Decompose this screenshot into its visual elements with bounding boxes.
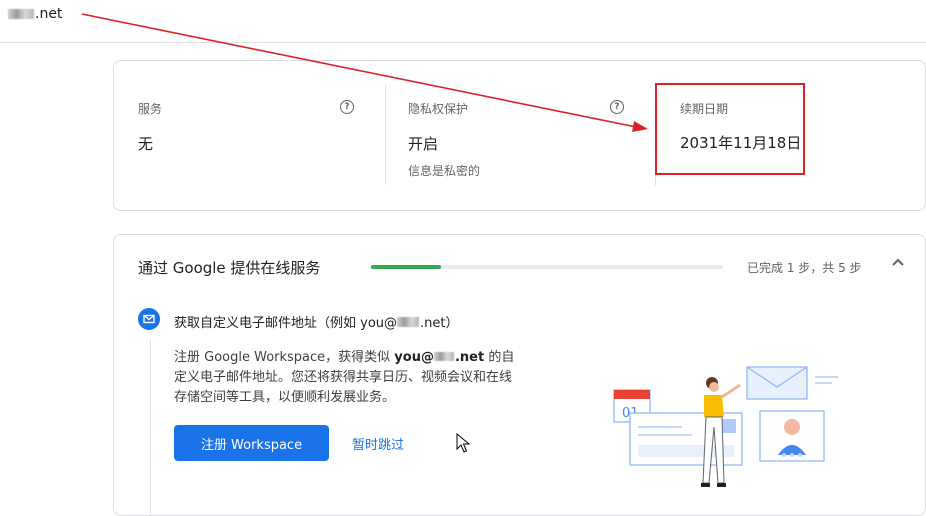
step-description: 注册 Google Workspace，获得类似 you@ .net 的自定义电子…	[174, 348, 524, 408]
domain-suffix: .net	[35, 6, 63, 22]
workspace-illustration: 01	[613, 366, 838, 487]
setup-title: 通过 Google 提供在线服务	[138, 259, 321, 277]
redacted-domain	[433, 352, 454, 361]
video-call-icon	[759, 410, 825, 462]
redacted-domain	[397, 316, 420, 327]
chevron-up-icon[interactable]	[890, 255, 906, 271]
envelope-icon	[746, 366, 838, 400]
privacy-column: 隐私权保护 ? 开启 信息是私密的	[386, 61, 656, 210]
signup-workspace-button[interactable]: 注册 Workspace	[174, 425, 329, 461]
email-icon	[138, 308, 160, 330]
domain-name: .net	[8, 6, 62, 22]
mouse-cursor-icon	[456, 433, 471, 453]
service-column: 服务 ? 无	[114, 61, 384, 210]
step-connector	[150, 340, 151, 515]
step-desc-text: 注册 Google Workspace，获得类似	[174, 350, 395, 365]
document-icon	[629, 412, 743, 466]
setup-progress-fill	[371, 265, 442, 269]
step-title-suffix: .net）	[420, 316, 459, 331]
step-title-prefix: 获取自定义电子邮件地址（例如 you@	[174, 316, 398, 331]
skip-for-now-link[interactable]: 暂时跳过	[352, 434, 404, 453]
top-bar: .net	[0, 0, 926, 43]
annotation-highlight-box	[655, 83, 805, 175]
setup-progress-text: 已完成 1 步，共 5 步	[747, 261, 862, 275]
step-desc-email-suffix: .net	[454, 350, 485, 365]
step-desc-email-prefix: you@	[394, 350, 434, 365]
service-label: 服务	[138, 102, 163, 116]
step-title: 获取自定义电子邮件地址（例如 you@ .net）	[174, 312, 459, 331]
service-help-icon[interactable]: ?	[340, 100, 354, 114]
setup-progress-bar	[371, 265, 723, 269]
service-value: 无	[138, 135, 154, 153]
privacy-value: 开启	[408, 135, 439, 153]
privacy-sub: 信息是私密的	[408, 164, 481, 178]
privacy-label: 隐私权保护	[408, 102, 469, 116]
privacy-help-icon[interactable]: ?	[610, 100, 624, 114]
redacted-domain	[8, 9, 34, 19]
